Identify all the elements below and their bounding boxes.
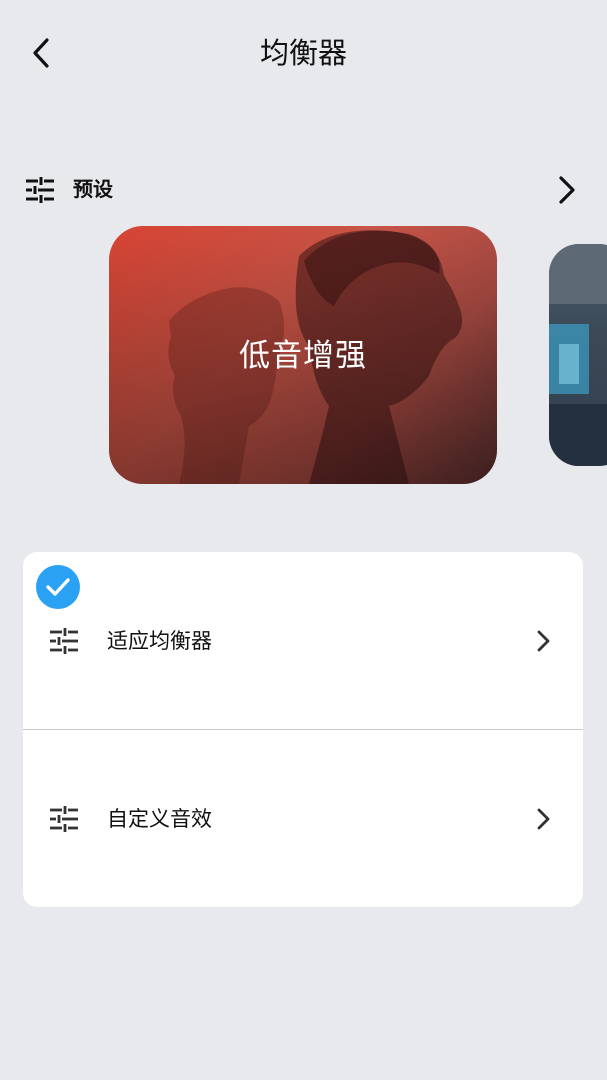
option-label: 自定义音效 [107, 807, 212, 831]
page-title: 均衡器 [259, 36, 347, 70]
preset-carousel[interactable]: 低音增强 [0, 226, 607, 486]
preset-more-button[interactable] [550, 172, 584, 208]
chevron-right-icon [537, 630, 550, 652]
sliders-icon [50, 806, 78, 832]
header: 均衡器 [0, 0, 607, 105]
eq-options-card: 适应均衡器 自定义音效 [23, 552, 583, 907]
option-custom-sound[interactable]: 自定义音效 [23, 730, 583, 907]
option-adaptive-eq[interactable]: 适应均衡器 [23, 552, 583, 729]
preset-card-next[interactable] [549, 244, 607, 466]
sliders-icon [50, 628, 78, 654]
preset-card-bass-boost[interactable]: 低音增强 [109, 226, 497, 484]
preset-section-header: 预设 [0, 168, 607, 212]
preset-card-label: 低音增强 [239, 338, 367, 374]
option-label: 适应均衡器 [107, 629, 212, 653]
preset-cover-image [549, 244, 607, 466]
check-icon [36, 565, 80, 609]
chevron-right-icon [559, 176, 575, 204]
sliders-icon [26, 177, 54, 203]
chevron-right-icon [537, 808, 550, 830]
preset-label: 预设 [73, 177, 113, 201]
